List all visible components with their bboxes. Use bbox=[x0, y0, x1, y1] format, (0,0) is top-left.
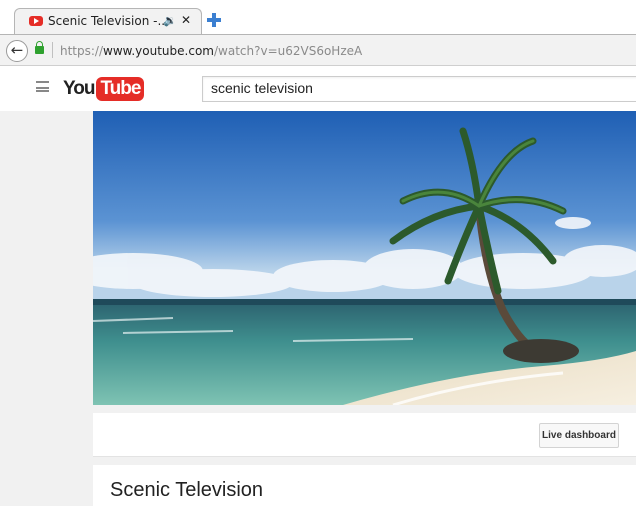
tab-strip: Scenic Television -... 🔉 ✕ bbox=[0, 0, 636, 36]
video-info-card: Scenic Television bbox=[93, 465, 636, 506]
logo-tube-text: Tube bbox=[96, 77, 145, 101]
video-title: Scenic Television bbox=[110, 479, 264, 501]
owner-actions-bar: Live dashboard bbox=[93, 413, 636, 457]
back-arrow-icon[interactable]: ← bbox=[6, 40, 28, 62]
url-host: www.youtube.com bbox=[103, 44, 214, 58]
url-divider bbox=[52, 42, 53, 58]
lock-icon[interactable] bbox=[35, 41, 44, 54]
live-dashboard-button[interactable]: Live dashboard bbox=[539, 423, 619, 448]
url-bar[interactable]: https://www.youtube.com/watch?v=u62VS6oH… bbox=[60, 44, 362, 58]
close-icon[interactable]: ✕ bbox=[181, 13, 191, 27]
youtube-header: You Tube scenic television bbox=[0, 67, 636, 111]
url-scheme: https:// bbox=[60, 44, 104, 58]
logo-you-text: You bbox=[63, 78, 96, 99]
browser-tab[interactable]: Scenic Television -... 🔉 ✕ bbox=[14, 8, 202, 34]
plus-icon[interactable] bbox=[207, 13, 221, 27]
speaker-icon[interactable]: 🔉 bbox=[163, 14, 177, 27]
beach-video-frame bbox=[93, 111, 636, 405]
video-player[interactable] bbox=[93, 111, 636, 405]
youtube-logo[interactable]: You Tube bbox=[63, 75, 145, 103]
search-input[interactable]: scenic television bbox=[202, 76, 636, 102]
tab-title: Scenic Television -... bbox=[48, 14, 169, 28]
youtube-favicon-icon bbox=[29, 16, 43, 26]
hamburger-icon[interactable] bbox=[36, 81, 49, 92]
url-path: /watch?v=u62VS6oHzeA bbox=[213, 44, 363, 58]
navigation-toolbar: ← https://www.youtube.com/watch?v=u62VS6… bbox=[0, 34, 636, 66]
